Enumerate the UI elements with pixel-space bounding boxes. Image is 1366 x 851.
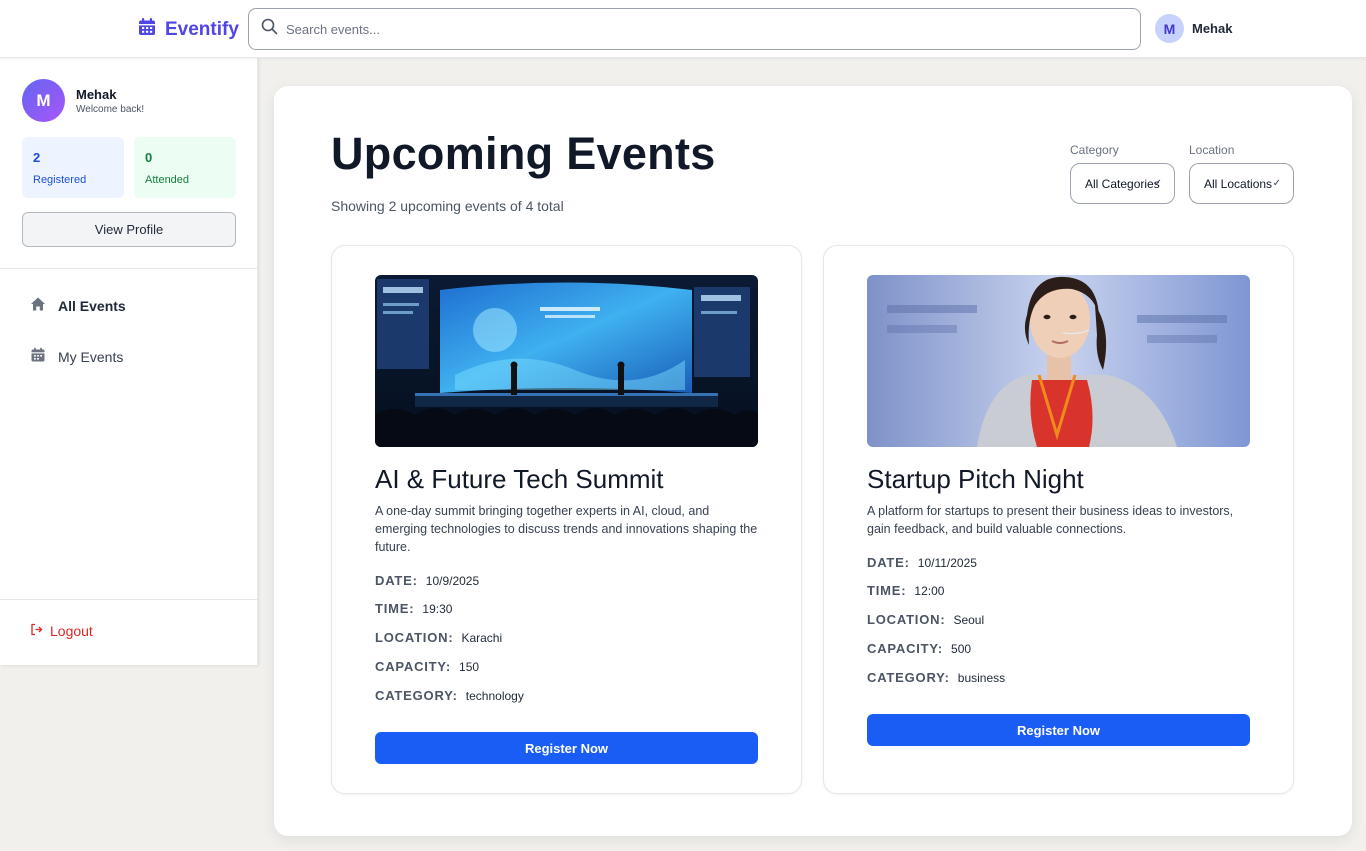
view-profile-button[interactable]: View Profile — [22, 212, 236, 247]
sidebar-item-label: My Events — [58, 348, 124, 365]
event-location: LOCATION: Karachi — [375, 630, 502, 645]
attended-stat: 0 Attended — [134, 137, 236, 198]
location-label: LOCATION: — [867, 612, 946, 627]
date-value: 10/11/2025 — [917, 556, 977, 570]
event-description: A platform for startups to present their… — [867, 504, 1234, 536]
category-value: business — [957, 671, 1006, 685]
event-date: DATE: 10/11/2025 — [867, 555, 977, 570]
location-select-value: All Locations — [1204, 176, 1273, 191]
registered-label: Registered — [33, 174, 87, 186]
user-name: Mehak — [1192, 21, 1233, 36]
brand-name: Eventify — [165, 18, 239, 40]
events-count-text: Showing 2 upcoming events of 4 total — [331, 198, 564, 214]
event-capacity: CAPACITY: 150 — [375, 659, 479, 674]
event-time: TIME: 19:30 — [375, 601, 452, 616]
search-bar — [248, 8, 1141, 50]
calendar-icon — [30, 347, 46, 366]
capacity-label: CAPACITY: — [867, 641, 944, 656]
capacity-label: CAPACITY: — [375, 659, 452, 674]
time-label: TIME: — [375, 601, 415, 616]
register-button[interactable]: Register Now — [375, 732, 758, 764]
date-label: DATE: — [867, 555, 910, 570]
register-button[interactable]: Register Now — [867, 714, 1250, 746]
category-value: technology — [465, 689, 524, 703]
location-select[interactable]: All Locations ✓ — [1189, 163, 1294, 204]
category-select-value: All Categories — [1085, 176, 1160, 191]
capacity-value: 150 — [459, 660, 480, 674]
time-value: 19:30 — [422, 602, 453, 616]
sidebar-divider — [0, 268, 257, 269]
event-time: TIME: 12:00 — [867, 583, 944, 598]
event-card: Startup Pitch Night A platform for start… — [823, 245, 1294, 794]
chevron-down-icon: ✓ — [1153, 178, 1162, 189]
event-title: Startup Pitch Night — [867, 464, 1084, 494]
date-value: 10/9/2025 — [425, 574, 480, 588]
main-panel: Upcoming Events Showing 2 upcoming event… — [274, 86, 1352, 836]
attended-label: Attended — [145, 174, 190, 186]
sidebar: M Mehak Welcome back! 2 Registered 0 Att… — [0, 58, 258, 665]
event-card: AI & Future Tech Summit A one-day summit… — [331, 245, 802, 794]
profile-name: Mehak — [76, 86, 117, 102]
time-value: 12:00 — [914, 584, 945, 598]
chevron-down-icon: ✓ — [1272, 178, 1281, 189]
search-icon — [261, 18, 278, 40]
sidebar-item-my-events[interactable]: My Events — [30, 347, 123, 366]
event-image — [375, 275, 758, 447]
sidebar-item-all-events[interactable]: All Events — [30, 296, 126, 315]
user-menu[interactable]: M Mehak — [1155, 14, 1232, 43]
location-label: LOCATION: — [375, 630, 454, 645]
avatar: M — [1155, 14, 1184, 43]
profile-subtitle: Welcome back! — [76, 103, 145, 115]
logout-label: Logout — [50, 623, 93, 639]
event-date: DATE: 10/9/2025 — [375, 573, 479, 588]
profile-avatar: M — [22, 79, 65, 122]
sidebar-item-label: All Events — [58, 297, 126, 314]
location-filter-label: Location — [1189, 143, 1235, 157]
event-location: LOCATION: Seoul — [867, 612, 984, 627]
registered-stat: 2 Registered — [22, 137, 124, 198]
page-title: Upcoming Events — [331, 128, 716, 179]
category-label: CATEGORY: — [867, 670, 950, 685]
event-description: A one-day summit bringing together exper… — [375, 504, 758, 554]
top-bar: Eventify M Mehak — [0, 0, 1366, 58]
event-category: CATEGORY: business — [867, 670, 1005, 685]
registered-count: 2 — [33, 150, 41, 165]
brand[interactable]: Eventify — [137, 17, 239, 42]
home-icon — [30, 296, 46, 315]
calendar-icon — [137, 17, 157, 42]
time-label: TIME: — [867, 583, 907, 598]
category-select[interactable]: All Categories ✓ — [1070, 163, 1175, 204]
attended-count: 0 — [145, 150, 153, 165]
category-filter-label: Category — [1070, 143, 1119, 157]
event-title: AI & Future Tech Summit — [375, 464, 664, 494]
category-label: CATEGORY: — [375, 688, 458, 703]
location-value: Seoul — [953, 613, 985, 627]
event-image — [867, 275, 1250, 447]
date-label: DATE: — [375, 573, 418, 588]
event-capacity: CAPACITY: 500 — [867, 641, 971, 656]
capacity-value: 500 — [951, 642, 972, 656]
event-category: CATEGORY: technology — [375, 688, 524, 703]
profile-summary: M Mehak Welcome back! — [22, 79, 144, 122]
logout-button[interactable]: Logout — [30, 623, 93, 639]
location-value: Karachi — [461, 631, 503, 645]
logout-icon — [30, 623, 43, 639]
search-input[interactable] — [286, 21, 1106, 37]
sidebar-divider — [0, 599, 257, 600]
